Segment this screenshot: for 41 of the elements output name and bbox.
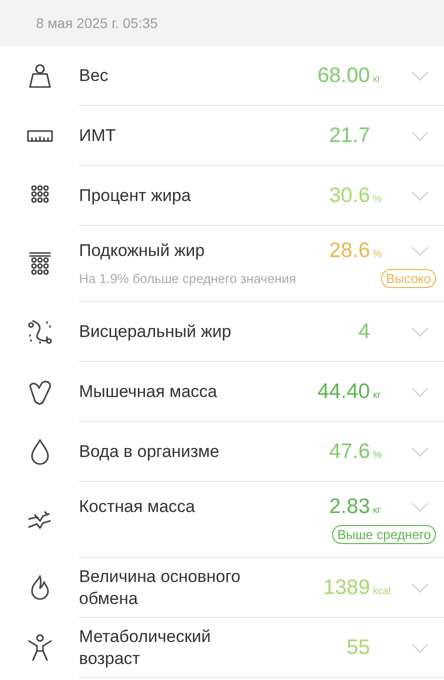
metric-name: Мышечная масса [79, 380, 218, 402]
metric-value: 30.6 [329, 184, 370, 208]
chevron-icon[interactable] [411, 246, 429, 256]
metric-value: 2.83 [329, 495, 370, 519]
chevron-icon[interactable] [411, 326, 429, 336]
metric-value: 21.7 [329, 124, 370, 148]
metric-value: 28.6 [329, 239, 370, 263]
metric-unit: % [373, 194, 383, 204]
chevron-icon[interactable] [411, 502, 429, 512]
measurement-date: 8 мая 2025 г. 05:35 [36, 15, 158, 31]
chevron-icon[interactable] [411, 446, 429, 456]
status-badge: Высоко [381, 269, 436, 288]
metric-name: Костная масса [79, 496, 196, 518]
metric-name: Величина основного обмена [79, 566, 242, 610]
metric-unit: кг [373, 390, 382, 400]
metric-unit: % [373, 450, 383, 460]
metric-unit: % [373, 249, 383, 260]
metric-value: 47.6 [329, 440, 370, 464]
metric-name: Метаболический возраст [79, 626, 212, 670]
metric-name: ИМТ [79, 124, 117, 146]
chevron-icon[interactable] [411, 386, 429, 396]
metric-name: Вода в организме [79, 440, 220, 462]
metric-value: 68.00 [317, 64, 370, 88]
metric-value: 55 [346, 636, 370, 660]
metric-name: Подкожный жир [79, 240, 206, 262]
metric-value: 1389 [323, 576, 370, 600]
metric-unit: кг [373, 505, 382, 516]
metric-note: На 1.9% больше среднего значения [79, 271, 296, 286]
status-badge: Выше среднего [332, 525, 436, 544]
metric-value: 44.40 [317, 380, 370, 404]
metric-name: Висцеральный жир [79, 320, 232, 342]
metric-unit: kcal [373, 586, 391, 596]
chevron-icon[interactable] [411, 70, 429, 80]
chevron-icon[interactable] [411, 130, 429, 140]
metric-value: 4 [358, 320, 370, 344]
metric-name: Процент жира [79, 184, 192, 206]
chevron-icon[interactable] [411, 642, 429, 652]
chevron-icon[interactable] [411, 582, 429, 592]
metric-unit: кг [373, 74, 382, 84]
chevron-icon[interactable] [411, 190, 429, 200]
metric-name: Вес [79, 64, 110, 86]
